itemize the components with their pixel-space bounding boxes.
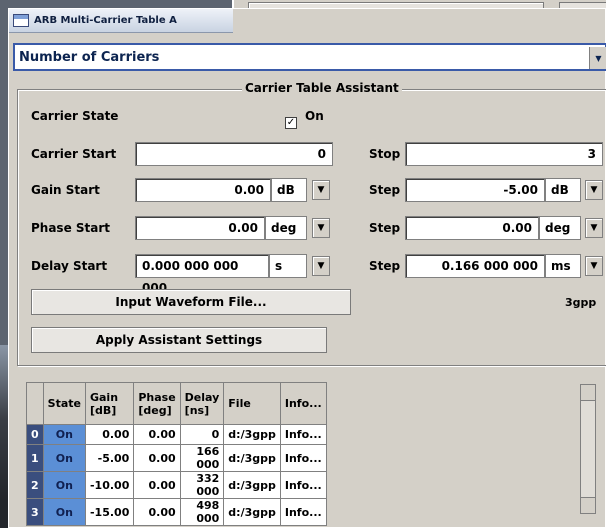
scroll-down-button[interactable] <box>581 497 595 513</box>
carrier-start-input[interactable]: 0 <box>135 142 333 166</box>
checkmark-icon: ✓ <box>286 117 296 128</box>
table-row[interactable]: 1 On -5.00 0.00 166 000 d:/3gpp Info... <box>26 444 327 472</box>
file-cell[interactable]: d:/3gpp <box>223 498 281 526</box>
group-title: Carrier Table Assistant <box>242 81 402 95</box>
gain-cell[interactable]: 0.00 <box>84 424 135 445</box>
gain-header: Gain [dB] <box>84 382 135 425</box>
input-waveform-file-button[interactable]: Input Waveform File... <box>31 289 351 315</box>
phase-start-input[interactable]: 0.00 <box>135 216 265 240</box>
phase-step-label: Step <box>369 221 401 235</box>
delay-step-input[interactable]: 0.166 000 000 <box>405 254 545 278</box>
phase-step-input[interactable]: 0.00 <box>405 216 539 240</box>
delay-cell[interactable]: 498 000 <box>179 498 225 526</box>
state-cell[interactable]: On <box>42 471 86 499</box>
carrier-state-on-label: On <box>305 109 324 123</box>
delay-start-label: Delay Start <box>31 259 108 273</box>
chevron-down-icon[interactable]: ▼ <box>312 256 330 276</box>
number-of-carriers-field[interactable]: Number of Carriers ▼ <box>13 43 606 71</box>
delay-step-unit[interactable]: ms <box>545 254 581 278</box>
phase-header: Phase [deg] <box>133 382 181 425</box>
delay-header: Delay [ns] <box>179 382 225 425</box>
gain-start-input[interactable]: 0.00 <box>135 178 271 202</box>
table-row[interactable]: 3 On -15.00 0.00 498 000 d:/3gpp Info... <box>26 498 327 526</box>
phase-step-unit[interactable]: deg <box>539 216 581 240</box>
info-header: Info... <box>279 382 327 425</box>
phase-cell[interactable]: 0.00 <box>133 498 181 526</box>
index-header <box>26 382 44 425</box>
row-index: 3 <box>26 498 44 526</box>
gain-step-label: Step <box>369 183 401 197</box>
state-cell[interactable]: On <box>42 424 86 445</box>
waveform-name: 3gpp <box>565 296 597 309</box>
carrier-state-label: Carrier State <box>31 109 119 123</box>
row-index: 2 <box>26 471 44 499</box>
chevron-down-icon[interactable]: ▼ <box>312 180 330 200</box>
table-row[interactable]: 0 On 0.00 0.00 0 d:/3gpp Info... <box>26 424 327 445</box>
chevron-down-icon[interactable]: ▼ <box>589 47 606 69</box>
file-header: File <box>223 382 281 425</box>
delay-cell[interactable]: 332 000 <box>179 471 225 499</box>
gain-step-unit[interactable]: dB <box>545 178 581 202</box>
info-cell[interactable]: Info... <box>279 424 327 445</box>
gain-start-unit[interactable]: dB <box>271 178 307 202</box>
phase-cell[interactable]: 0.00 <box>133 424 181 445</box>
apply-assistant-settings-button[interactable]: Apply Assistant Settings <box>31 327 327 353</box>
gain-start-label: Gain Start <box>31 183 100 197</box>
carrier-stop-label: Stop <box>369 147 401 161</box>
table-row[interactable]: 2 On -10.00 0.00 332 000 d:/3gpp Info... <box>26 471 327 499</box>
gain-cell[interactable]: -10.00 <box>84 471 135 499</box>
window-title: ARB Multi-Carrier Table A <box>34 15 177 26</box>
gain-step-input[interactable]: -5.00 <box>405 178 545 202</box>
state-header: State <box>42 382 86 425</box>
chevron-down-icon[interactable]: ▼ <box>585 256 603 276</box>
delay-step-label: Step <box>369 259 401 273</box>
info-cell[interactable]: Info... <box>279 498 327 526</box>
number-of-carriers-label: Number of Carriers <box>19 49 160 65</box>
window-icon <box>13 14 29 27</box>
carrier-state-checkbox[interactable]: ✓ <box>285 117 297 129</box>
delay-start-input[interactable]: 0.000 000 000 000 <box>135 254 269 295</box>
phase-start-label: Phase Start <box>31 221 111 235</box>
phase-start-unit[interactable]: deg <box>265 216 307 240</box>
chevron-down-icon[interactable]: ▼ <box>585 218 603 238</box>
state-cell[interactable]: On <box>42 498 86 526</box>
scroll-up-button[interactable] <box>581 385 595 401</box>
delay-start-unit[interactable]: s <box>269 254 307 278</box>
file-cell[interactable]: d:/3gpp <box>223 424 281 445</box>
file-cell[interactable]: d:/3gpp <box>223 444 281 472</box>
gain-cell[interactable]: -5.00 <box>84 444 135 472</box>
info-cell[interactable]: Info... <box>279 444 327 472</box>
chevron-down-icon[interactable]: ▼ <box>585 180 603 200</box>
chevron-down-icon[interactable]: ▼ <box>312 218 330 238</box>
phase-cell[interactable]: 0.00 <box>133 471 181 499</box>
state-cell[interactable]: On <box>42 444 86 472</box>
carrier-stop-input[interactable]: 3 <box>405 142 603 166</box>
row-index: 0 <box>26 424 44 445</box>
carrier-start-label: Carrier Start <box>31 147 117 161</box>
delay-cell[interactable]: 0 <box>179 424 225 445</box>
gain-cell[interactable]: -15.00 <box>84 498 135 526</box>
window-titlebar[interactable]: ARB Multi-Carrier Table A <box>9 9 233 33</box>
table-scrollbar[interactable] <box>580 384 596 514</box>
delay-cell[interactable]: 166 000 <box>179 444 225 472</box>
row-index: 1 <box>26 444 44 472</box>
phase-cell[interactable]: 0.00 <box>133 444 181 472</box>
info-cell[interactable]: Info... <box>279 471 327 499</box>
file-cell[interactable]: d:/3gpp <box>223 471 281 499</box>
